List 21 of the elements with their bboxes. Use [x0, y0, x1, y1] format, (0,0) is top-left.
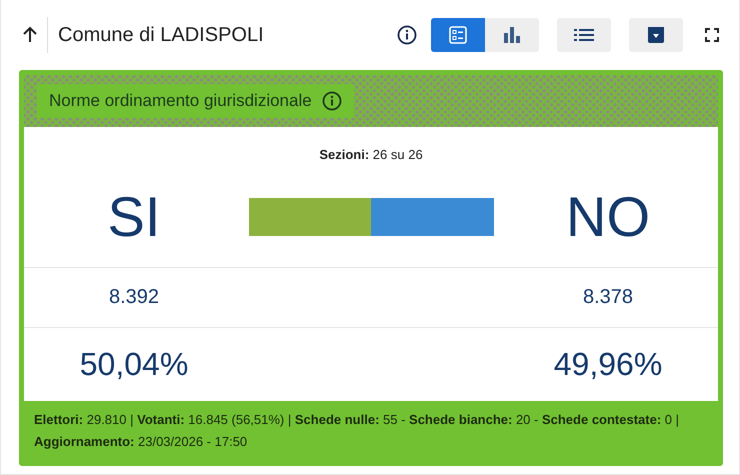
option-label: SI	[108, 184, 160, 249]
question-title: Norme ordinamento giurisdizionale	[49, 91, 312, 111]
summary-text: Elettori: 29.810 | Votanti: 16.845 (56,51%) | Schede nulle: 55 - Schede bianche: 20 - Schede contestate: 0 | Aggiornamento: 23/03/2026 - 17:50	[24, 401, 718, 461]
up-arrow-icon	[21, 26, 39, 44]
info-icon[interactable]	[397, 25, 417, 45]
page-title: Comune di LADISPOLI	[58, 24, 265, 46]
option-label: NO	[566, 184, 650, 249]
view-toggle[interactable]	[485, 18, 539, 52]
fullscreen-icon	[705, 28, 719, 42]
download-button[interactable]	[629, 18, 683, 52]
list-view-icon	[449, 26, 467, 44]
list-icon	[574, 28, 594, 42]
vote-percent: 49,96%	[554, 346, 662, 383]
vote-count: 8.378	[582, 286, 634, 309]
archive-download-icon	[647, 26, 665, 44]
list-button[interactable]	[557, 18, 611, 52]
sections-text: Sezioni: 26 su 26	[318, 146, 424, 164]
bar-chart-icon	[503, 26, 521, 44]
vote-count: 8.392	[108, 286, 160, 309]
vote-percent: 50,04%	[80, 346, 188, 383]
view-toggle[interactable]	[431, 18, 485, 52]
